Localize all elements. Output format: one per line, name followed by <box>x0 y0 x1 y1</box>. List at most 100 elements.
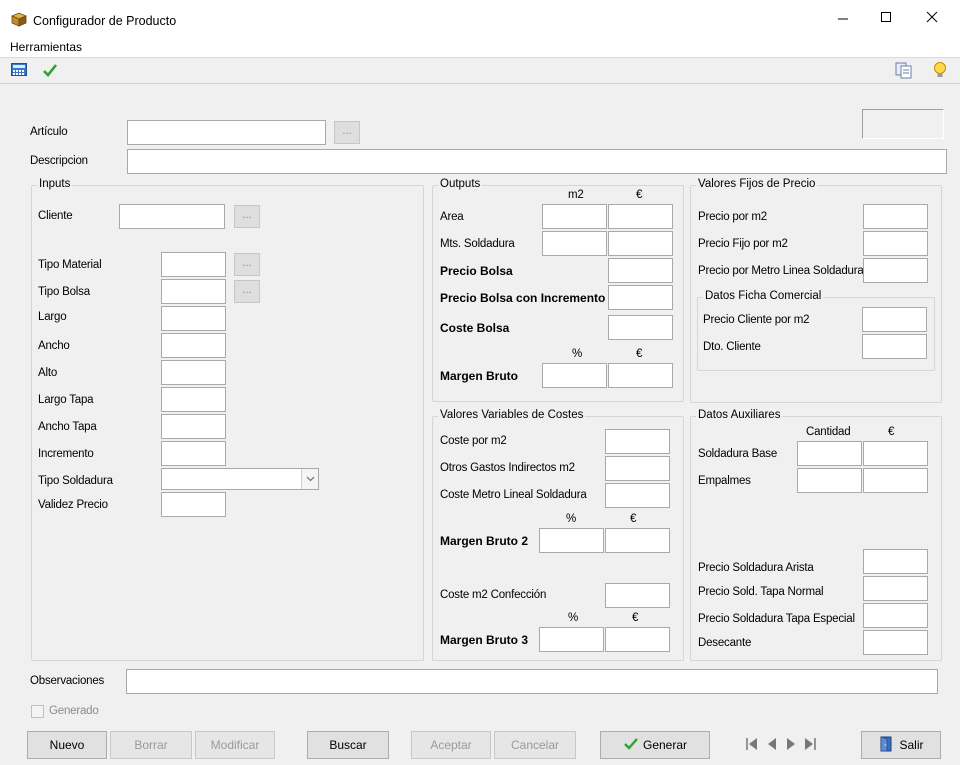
precio-bolsa-label: Precio Bolsa <box>440 264 513 278</box>
outputs-col-pct: % <box>572 348 583 360</box>
incremento-input[interactable] <box>161 441 226 466</box>
nuevo-button-label: Nuevo <box>49 738 85 752</box>
maximize-icon <box>881 12 891 22</box>
margen-bruto-pct-input[interactable] <box>542 363 607 388</box>
precio-cliente-m2-input[interactable] <box>862 307 927 332</box>
articulo-lookup-button[interactable]: ... <box>334 121 360 144</box>
precio-bolsa-inc-input[interactable] <box>608 285 673 310</box>
generar-button[interactable]: Generar <box>600 731 710 759</box>
area-eur-input[interactable] <box>608 204 673 229</box>
copy-document-icon[interactable] <box>895 62 913 79</box>
generado-checkbox[interactable] <box>31 705 44 718</box>
aceptar-button[interactable]: Aceptar <box>411 731 491 759</box>
observaciones-label: Observaciones <box>30 675 105 687</box>
largo-tapa-label: Largo Tapa <box>38 394 94 406</box>
validez-precio-label: Validez Precio <box>38 499 108 511</box>
area-m2-input[interactable] <box>542 204 607 229</box>
maximize-button[interactable] <box>871 8 901 30</box>
next-record-icon <box>787 738 795 750</box>
tipo-material-lookup-button[interactable]: ... <box>234 253 260 276</box>
cliente-lookup-button[interactable]: ... <box>234 205 260 228</box>
margen-bruto-3-pct-input[interactable] <box>539 627 604 652</box>
soldadura-base-eur-input[interactable] <box>863 441 928 466</box>
modificar-button-label: Modificar <box>210 738 260 752</box>
alto-input[interactable] <box>161 360 226 385</box>
margen-bruto-eur-input[interactable] <box>608 363 673 388</box>
mts-soldadura-m2-input[interactable] <box>542 231 607 256</box>
salir-button[interactable]: Salir <box>861 731 941 759</box>
otros-gastos-input[interactable] <box>605 456 670 481</box>
empalmes-eur-input[interactable] <box>863 468 928 493</box>
margen-bruto-2-pct-input[interactable] <box>539 528 604 553</box>
precio-m2-input[interactable] <box>863 204 928 229</box>
dto-cliente-input[interactable] <box>862 334 927 359</box>
ancho-input[interactable] <box>161 333 226 358</box>
window-title: Configurador de Producto <box>33 14 177 28</box>
largo-tapa-input[interactable] <box>161 387 226 412</box>
close-button[interactable] <box>917 8 947 30</box>
coste-m2-label: Coste por m2 <box>440 435 507 447</box>
precio-metro-linea-input[interactable] <box>863 258 928 283</box>
tipo-soldadura-dropdown-button[interactable] <box>301 469 318 489</box>
tipo-bolsa-input[interactable] <box>161 279 226 304</box>
cliente-label: Cliente <box>38 210 73 222</box>
soldadura-base-label: Soldadura Base <box>698 448 778 460</box>
precio-fijo-m2-label: Precio Fijo por m2 <box>698 238 788 250</box>
coste-metro-lineal-input[interactable] <box>605 483 670 508</box>
precio-sold-tapa-normal-input[interactable] <box>863 576 928 601</box>
otros-gastos-label: Otros Gastos Indirectos m2 <box>440 462 575 474</box>
dto-cliente-label: Dto. Cliente <box>703 341 761 353</box>
precio-sold-tapa-especial-input[interactable] <box>863 603 928 628</box>
chevron-down-icon <box>306 476 315 482</box>
variables-col-eur: € <box>630 513 637 525</box>
empalmes-cantidad-input[interactable] <box>797 468 862 493</box>
first-record-button[interactable] <box>743 733 761 755</box>
coste-m2-input[interactable] <box>605 429 670 454</box>
cancelar-button[interactable]: Cancelar <box>494 731 576 759</box>
desecante-label: Desecante <box>698 637 752 649</box>
minimize-button[interactable] <box>828 8 858 30</box>
precio-fijo-m2-input[interactable] <box>863 231 928 256</box>
margen-bruto-2-eur-input[interactable] <box>605 528 670 553</box>
menu-herramientas[interactable]: Herramientas <box>10 40 82 54</box>
desecante-input[interactable] <box>863 630 928 655</box>
last-record-button[interactable] <box>801 733 819 755</box>
observaciones-input[interactable] <box>126 669 938 694</box>
previous-record-button[interactable] <box>763 733 781 755</box>
precio-m2-label: Precio por m2 <box>698 211 767 223</box>
mts-soldadura-eur-input[interactable] <box>608 231 673 256</box>
precio-metro-linea-label: Precio por Metro Linea Soldadura <box>698 265 864 277</box>
calculator-icon[interactable] <box>11 63 27 77</box>
checkmark-icon <box>624 738 638 750</box>
borrar-button[interactable]: Borrar <box>110 731 192 759</box>
tipo-soldadura-select[interactable] <box>161 468 319 490</box>
precio-bolsa-input[interactable] <box>608 258 673 283</box>
tipo-material-input[interactable] <box>161 252 226 277</box>
coste-m2-confeccion-input[interactable] <box>605 583 670 608</box>
tipo-bolsa-lookup-button[interactable]: ... <box>234 280 260 303</box>
soldadura-base-cantidad-input[interactable] <box>797 441 862 466</box>
coste-bolsa-input[interactable] <box>608 315 673 340</box>
largo-input[interactable] <box>161 306 226 331</box>
buscar-button[interactable]: Buscar <box>307 731 389 759</box>
lightbulb-icon[interactable] <box>932 61 948 79</box>
outputs-col-eur: € <box>636 189 643 201</box>
ancho-tapa-input[interactable] <box>161 414 226 439</box>
variables-group-title: Valores Variables de Costes <box>438 409 586 421</box>
next-record-button[interactable] <box>782 733 800 755</box>
nuevo-button[interactable]: Nuevo <box>27 731 107 759</box>
modificar-button[interactable]: Modificar <box>195 731 275 759</box>
articulo-input[interactable] <box>127 120 326 145</box>
precio-bolsa-inc-label: Precio Bolsa con Incremento <box>440 291 606 305</box>
mts-soldadura-label: Mts. Soldadura <box>440 238 515 250</box>
area-label: Area <box>440 211 464 223</box>
checkmark-icon[interactable] <box>42 62 58 78</box>
cliente-input[interactable] <box>119 204 225 229</box>
tipo-material-label: Tipo Material <box>38 259 102 271</box>
descripcion-input[interactable] <box>127 149 947 174</box>
precio-sold-arista-input[interactable] <box>863 549 928 574</box>
fijos-group-title: Valores Fijos de Precio <box>696 178 818 190</box>
validez-precio-input[interactable] <box>161 492 226 517</box>
last-record-icon <box>805 738 816 750</box>
margen-bruto-3-eur-input[interactable] <box>605 627 670 652</box>
